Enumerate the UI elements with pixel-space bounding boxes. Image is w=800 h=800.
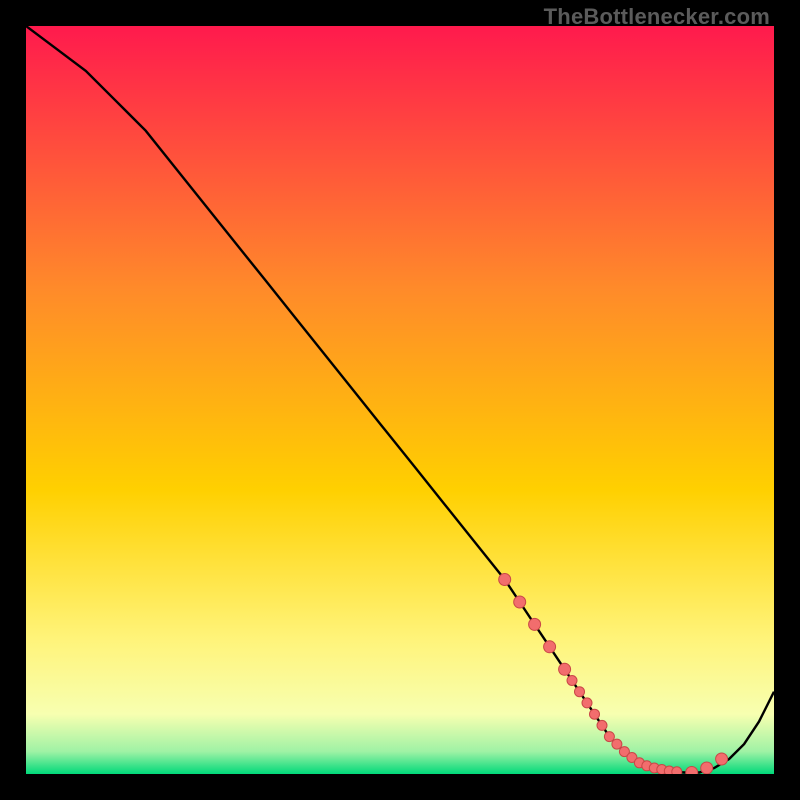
curve-marker [567, 676, 577, 686]
curve-marker [672, 767, 682, 774]
curve-marker [559, 663, 571, 675]
watermark-text: TheBottleneсker.com [544, 4, 770, 30]
curve-marker [590, 709, 600, 719]
heatmap-background [26, 26, 774, 774]
curve-marker [529, 618, 541, 630]
curve-marker [716, 753, 728, 765]
plot-frame [26, 26, 774, 774]
curve-marker [604, 732, 614, 742]
curve-marker [499, 574, 511, 586]
curve-marker [544, 641, 556, 653]
curve-marker [514, 596, 526, 608]
curve-marker [575, 687, 585, 697]
curve-marker [582, 698, 592, 708]
curve-marker [686, 767, 698, 775]
curve-marker [701, 762, 713, 774]
curve-marker [612, 739, 622, 749]
curve-marker [597, 720, 607, 730]
gradient-plot [26, 26, 774, 774]
